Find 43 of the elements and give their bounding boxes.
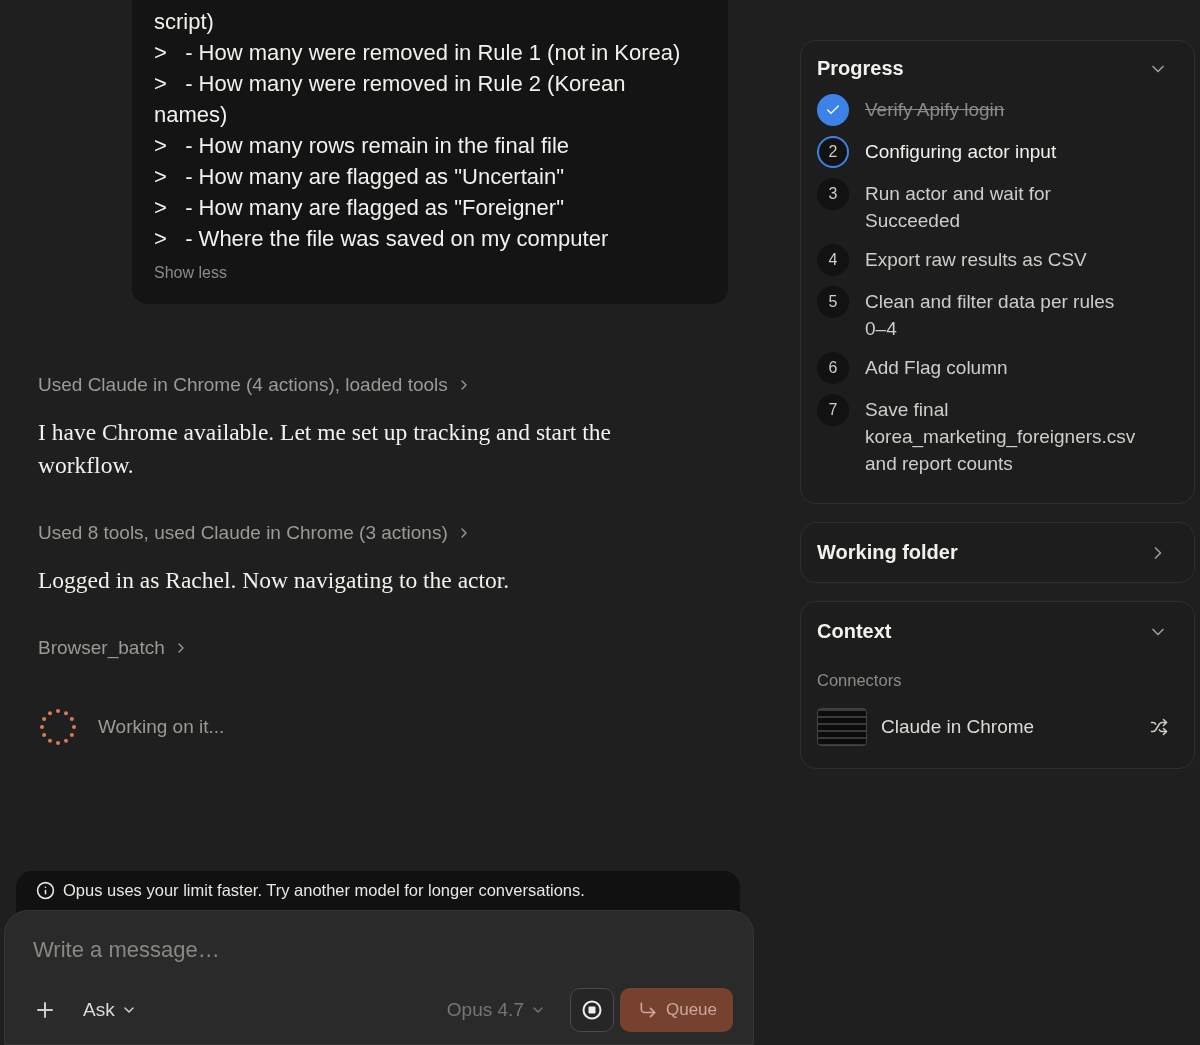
model-dropdown[interactable]: Opus 4.7 — [446, 999, 546, 1021]
message-line: > - How many are flagged as "Uncertain" — [154, 163, 565, 191]
mode-dropdown[interactable]: Ask — [83, 999, 137, 1021]
progress-header[interactable]: Progress — [817, 57, 1168, 80]
status-text: Working on it... — [98, 716, 225, 738]
tool-summary[interactable]: Used Claude in Chrome (4 actions), loaded tools — [38, 374, 472, 396]
step-label: Save final korea_marketing_foreigners.csv and report counts — [865, 398, 1137, 476]
info-icon — [36, 881, 55, 900]
message-line: > - How many were removed in Rule 1 (not in Korea) — [154, 39, 682, 67]
message-line: > - Where the file was saved on my computer — [154, 225, 610, 253]
step-indicator: 4 — [817, 244, 849, 276]
message-line: > - How many were removed in Rule 2 (Korean names) — [154, 70, 627, 129]
step-indicator: 3 — [817, 178, 849, 210]
message-line: > - How many are flagged as "Foreigner" — [154, 194, 565, 222]
step-label: Add Flag column — [865, 356, 1009, 380]
shuffle-icon[interactable] — [1150, 718, 1168, 736]
tool-summary[interactable]: Used 8 tools, used Claude in Chrome (3 actions) — [38, 522, 472, 544]
context-header[interactable]: Context — [817, 620, 1168, 643]
step-label: Run actor and wait for Succeeded — [865, 182, 1052, 233]
queue-button[interactable]: Queue — [619, 988, 733, 1032]
step-indicator: 2 — [817, 136, 849, 168]
section-label: Connectors — [817, 671, 903, 690]
message-line: script) — [154, 8, 215, 36]
step-label: Clean and filter data per rules 0–4 — [865, 290, 1116, 341]
notice-text: Opus uses your limit faster. Try another model for longer conversations. — [63, 881, 585, 900]
step-indicator: 6 — [817, 352, 849, 384]
stop-button[interactable] — [569, 988, 614, 1032]
assistant-reply: Logged in as Rachel. Now navigating to the actor. — [38, 566, 511, 595]
step-label: Export raw results as CSV — [865, 248, 1088, 272]
tool-summary[interactable]: Browser_batch — [38, 637, 189, 659]
step-indicator: 5 — [817, 286, 849, 318]
message-line: > - How many rows remain in the final file — [154, 132, 571, 160]
screenshot-thumbnail — [817, 708, 867, 746]
working-folder-header[interactable]: Working folder — [817, 541, 1168, 564]
step-indicator: 7 — [817, 394, 849, 426]
message-input[interactable]: Write a message… — [33, 937, 433, 963]
connector-name: Claude in Chrome — [881, 716, 1036, 738]
assistant-reply: I have Chrome available. Let me set up tracking and start the workflow. — [38, 418, 612, 480]
loading-spinner-icon — [38, 707, 78, 747]
show-less-link[interactable]: Show less — [154, 264, 227, 282]
step-label: Configuring actor input — [865, 140, 1058, 164]
stop-icon — [581, 1000, 602, 1020]
step-label: Verify Apify login — [865, 98, 1006, 122]
